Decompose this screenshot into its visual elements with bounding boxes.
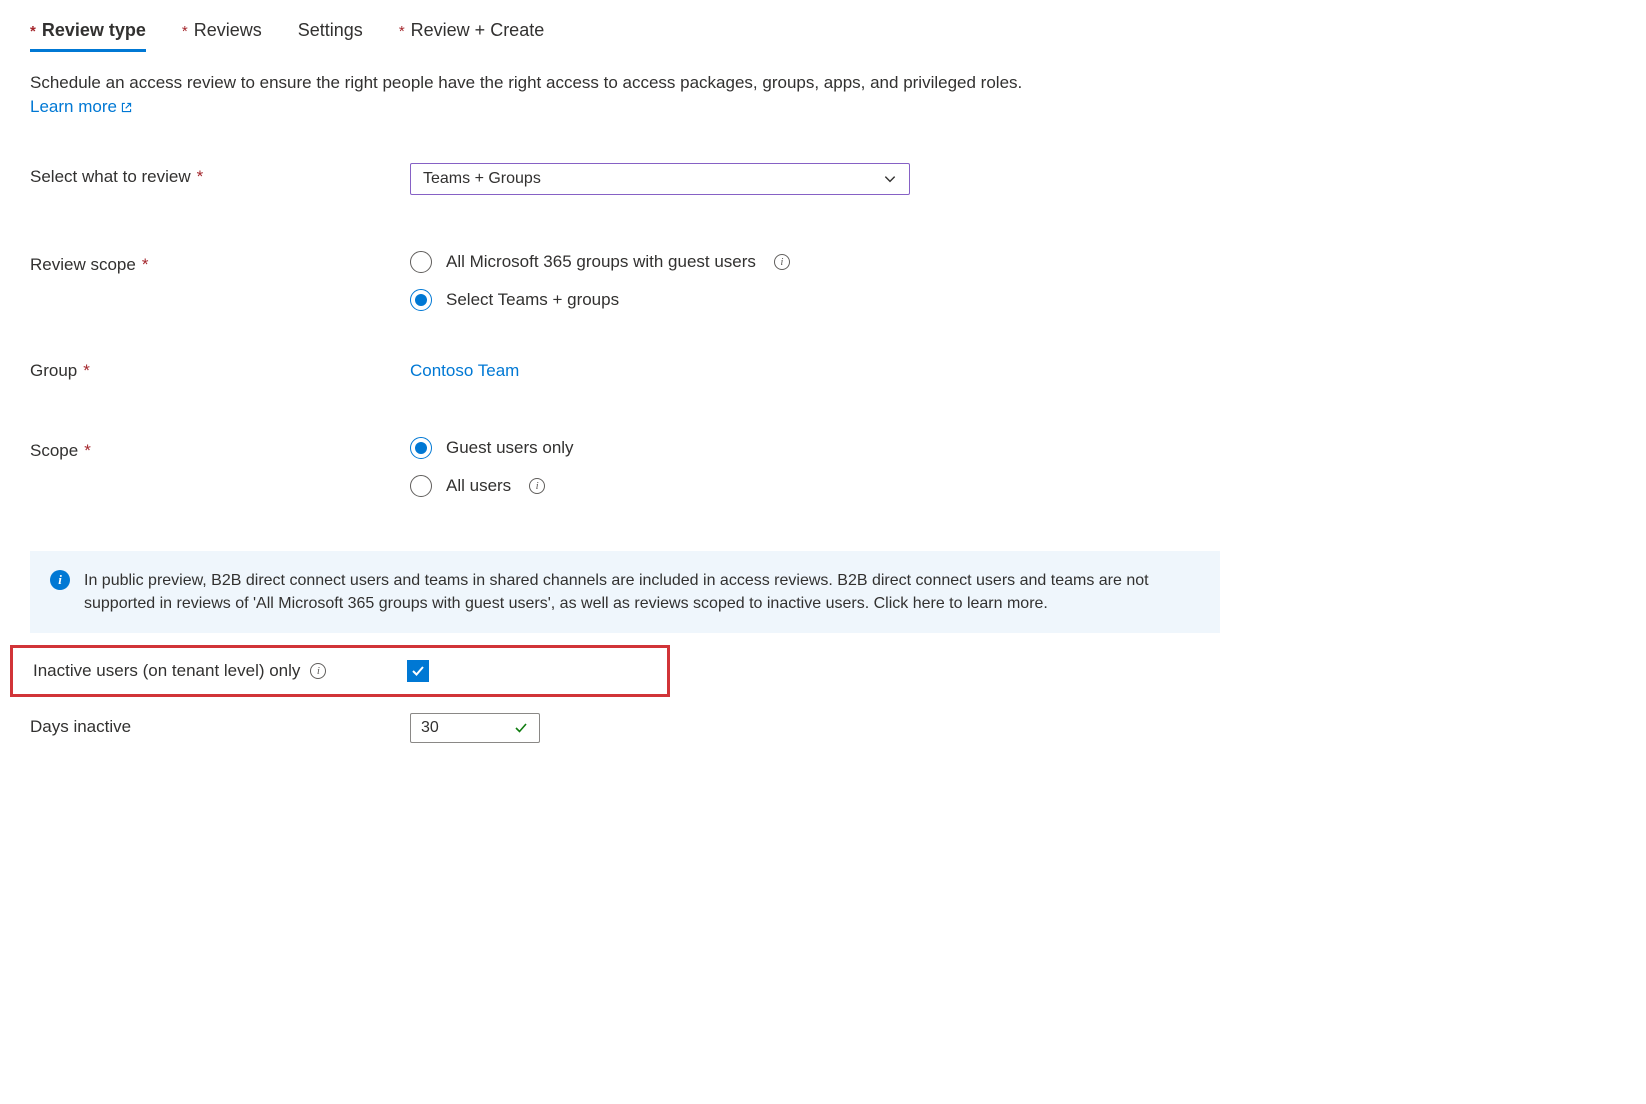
preview-info-banner: i In public preview, B2B direct connect … — [30, 551, 1220, 633]
tab-reviews[interactable]: * Reviews — [182, 20, 262, 52]
option-label: Select Teams + groups — [446, 290, 619, 310]
highlighted-inactive-users-row: Inactive users (on tenant level) only i — [10, 645, 670, 697]
option-label: All Microsoft 365 groups with guest user… — [446, 252, 756, 272]
select-what-value: Teams + Groups — [423, 170, 541, 188]
info-icon[interactable]: i — [310, 663, 326, 679]
banner-text[interactable]: In public preview, B2B direct connect us… — [84, 569, 1200, 615]
required-asterisk: * — [83, 361, 90, 381]
inactive-only-checkbox[interactable] — [407, 660, 429, 682]
review-scope-option-all-m365[interactable]: All Microsoft 365 groups with guest user… — [410, 251, 1616, 273]
info-icon[interactable]: i — [774, 254, 790, 270]
tab-label: Settings — [298, 20, 363, 41]
days-inactive-input[interactable]: 30 — [410, 713, 540, 743]
review-scope-label: Review scope * — [30, 251, 410, 275]
tab-review-type[interactable]: * Review type — [30, 20, 146, 52]
info-icon[interactable]: i — [529, 478, 545, 494]
option-label: Guest users only — [446, 438, 574, 458]
chevron-down-icon — [883, 172, 897, 186]
radio-icon — [410, 251, 432, 273]
scope-group: Guest users only All users i — [410, 437, 1616, 497]
page-description: Schedule an access review to ensure the … — [30, 73, 1616, 93]
tabs-bar: * Review type * Reviews Settings * Revie… — [30, 20, 1616, 53]
tab-review-create[interactable]: * Review + Create — [399, 20, 544, 52]
required-asterisk: * — [399, 23, 405, 40]
scope-option-guest-users[interactable]: Guest users only — [410, 437, 1616, 459]
days-inactive-value: 30 — [421, 719, 439, 737]
required-asterisk: * — [197, 167, 204, 187]
review-scope-group: All Microsoft 365 groups with guest user… — [410, 251, 1616, 311]
group-value-link[interactable]: Contoso Team — [410, 357, 519, 381]
required-asterisk: * — [142, 255, 149, 275]
group-label: Group * — [30, 357, 410, 381]
radio-icon — [410, 475, 432, 497]
required-asterisk: * — [30, 23, 36, 40]
select-what-dropdown[interactable]: Teams + Groups — [410, 163, 910, 195]
scope-label: Scope * — [30, 437, 410, 461]
learn-more-link[interactable]: Learn more — [30, 97, 133, 117]
radio-icon — [410, 437, 432, 459]
checkmark-icon — [513, 720, 529, 736]
required-asterisk: * — [84, 441, 91, 461]
tab-label: Review + Create — [411, 20, 545, 41]
info-icon: i — [50, 570, 70, 590]
days-inactive-label: Days inactive — [30, 713, 410, 737]
radio-icon — [410, 289, 432, 311]
tab-settings[interactable]: Settings — [298, 20, 363, 52]
select-what-label: Select what to review * — [30, 163, 410, 187]
tab-label: Reviews — [194, 20, 262, 41]
option-label: All users — [446, 476, 511, 496]
external-link-icon — [120, 101, 133, 114]
checkmark-icon — [411, 664, 425, 678]
scope-option-all-users[interactable]: All users i — [410, 475, 1616, 497]
inactive-only-label: Inactive users (on tenant level) only i — [33, 661, 407, 681]
tab-label: Review type — [42, 20, 146, 41]
review-scope-option-select-teams[interactable]: Select Teams + groups — [410, 289, 1616, 311]
required-asterisk: * — [182, 23, 188, 40]
learn-more-label: Learn more — [30, 97, 117, 117]
